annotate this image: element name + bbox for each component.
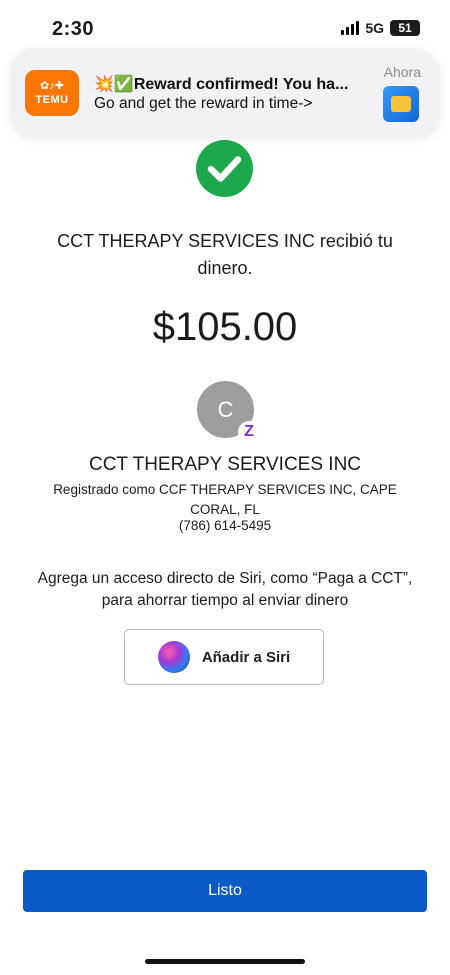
- notification-emoji: 💥✅: [94, 76, 134, 93]
- notification-time: Ahora: [383, 64, 421, 80]
- payment-received-message: CCT THERAPY SERVICES INC recibió tu dine…: [57, 231, 393, 278]
- payment-amount: $105.00: [152, 305, 298, 349]
- cellular-signal-icon: [341, 21, 360, 35]
- status-bar: 2:30 5G 51: [0, 0, 450, 52]
- check-circle-icon: [196, 140, 253, 197]
- recipient-phone: (786) 614-5495: [178, 518, 272, 533]
- done-button[interactable]: Listo: [23, 870, 427, 912]
- recipient-name: CCT THERAPY SERVICES INC: [88, 454, 362, 475]
- add-to-siri-label: Añadir a Siri: [201, 648, 291, 666]
- zelle-icon: Z: [238, 421, 260, 443]
- battery-icon: 51: [390, 20, 420, 36]
- siri-icon: [157, 641, 190, 673]
- recipient-registered-info: Registrado como CCF THERAPY SERVICES INC…: [53, 482, 397, 517]
- push-notification[interactable]: ✿♪✚ TEMU 💥✅Reward confirmed! You ha... G…: [10, 48, 440, 138]
- status-time: 2:30: [52, 18, 95, 40]
- avatar-initial: C: [217, 396, 234, 422]
- add-to-siri-button[interactable]: Añadir a Siri: [124, 629, 324, 685]
- notification-body: Go and get the reward in time->: [94, 95, 313, 112]
- notification-title: 💥✅Reward confirmed! You ha...: [94, 74, 348, 94]
- done-button-label: Listo: [208, 882, 242, 899]
- notification-thumbnail-icon: [383, 86, 419, 122]
- temu-app-icon: ✿♪✚ TEMU: [25, 70, 79, 116]
- notification-app-name: TEMU: [35, 93, 69, 106]
- notification-title-text: Reward confirmed! You ha...: [133, 76, 349, 93]
- battery-level: 51: [398, 21, 412, 35]
- network-type: 5G: [365, 20, 384, 36]
- home-indicator[interactable]: [145, 959, 305, 964]
- siri-shortcut-message: Agrega un acceso directo de Siri, como “…: [37, 570, 413, 609]
- status-indicators: 5G 51: [341, 20, 420, 36]
